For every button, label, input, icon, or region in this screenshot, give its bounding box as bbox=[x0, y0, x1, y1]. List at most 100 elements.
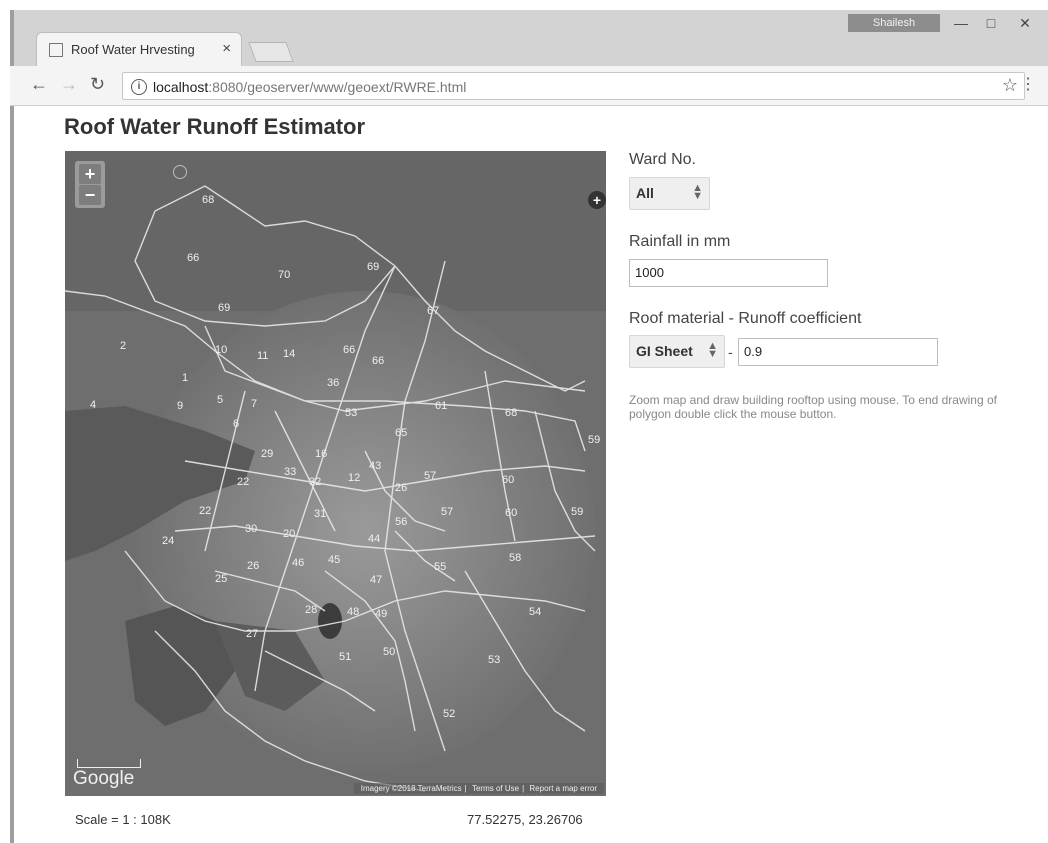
page-title: Roof Water Runoff Estimator bbox=[64, 114, 366, 139]
page-favicon-icon bbox=[49, 43, 63, 57]
ward-number-label: 28 bbox=[305, 604, 317, 616]
google-logo: Google bbox=[73, 768, 135, 789]
ward-number-label: 44 bbox=[368, 533, 380, 545]
ward-number-label: 22 bbox=[237, 476, 249, 488]
ward-number-label: 68 bbox=[202, 194, 214, 206]
zoom-in-button[interactable]: + bbox=[79, 164, 101, 184]
ward-number-label: 16 bbox=[315, 448, 327, 460]
ward-number-label: 67 bbox=[427, 305, 439, 317]
ward-number-label: 43 bbox=[369, 460, 381, 472]
ward-number-label: 45 bbox=[328, 554, 340, 566]
ward-number-label: 14 bbox=[283, 348, 295, 360]
ward-number-label: 68 bbox=[505, 407, 517, 419]
zoom-control: + − bbox=[75, 161, 105, 208]
ward-number-label: 66 bbox=[343, 344, 355, 356]
ward-number-label: 12 bbox=[348, 472, 360, 484]
select-arrows-icon: ▲ ▼ bbox=[692, 182, 703, 202]
terms-of-use-link[interactable]: Terms of Use bbox=[472, 784, 519, 793]
ward-number-label: 61 bbox=[435, 400, 447, 412]
ward-number-label: 54 bbox=[529, 606, 541, 618]
ward-number-label: 9 bbox=[177, 400, 183, 412]
url-text: localhost:8080/geoserver/www/geoext/RWRE… bbox=[153, 79, 467, 95]
ward-number-label: 25 bbox=[215, 573, 227, 585]
ward-number-label: 65 bbox=[395, 427, 407, 439]
map-attribution: Imagery ©2018 TerraMetrics | Terms of Use… bbox=[353, 783, 604, 794]
ward-number-label: 50 bbox=[383, 646, 395, 658]
profile-button[interactable]: Shailesh bbox=[848, 14, 940, 32]
ward-number-label: 57 bbox=[441, 506, 453, 518]
ward-number-label: 57 bbox=[424, 470, 436, 482]
ward-number-label: 29 bbox=[261, 448, 273, 460]
roof-material-label: Roof material - Runoff coefficient bbox=[629, 310, 862, 327]
back-arrow-icon[interactable]: ← bbox=[30, 74, 48, 95]
ward-number-label: 59 bbox=[588, 434, 600, 446]
runoff-coefficient-input[interactable]: 0.9 bbox=[738, 338, 938, 366]
rainfall-input[interactable]: 1000 bbox=[629, 259, 828, 287]
minimize-icon[interactable]: — bbox=[946, 12, 976, 34]
ward-number-label: 7 bbox=[251, 398, 257, 410]
browser-tab[interactable]: Roof Water Hrvesting × bbox=[36, 32, 242, 66]
zoom-out-button[interactable]: − bbox=[79, 185, 101, 205]
close-tab-icon[interactable]: × bbox=[222, 40, 231, 57]
address-bar[interactable]: i localhost:8080/geoserver/www/geoext/RW… bbox=[122, 72, 1025, 100]
browser-toolbar: ← → ↻ i localhost:8080/geoserver/www/geo… bbox=[10, 66, 1048, 106]
ward-number-label: 1 bbox=[182, 372, 188, 384]
ward-number-label: 52 bbox=[443, 708, 455, 720]
ward-number-label: 66 bbox=[187, 252, 199, 264]
ward-number-label: 69 bbox=[367, 261, 379, 273]
ward-number-label: 26 bbox=[247, 560, 259, 572]
location-marker-icon bbox=[173, 165, 187, 179]
ward-number-label: 60 bbox=[505, 507, 517, 519]
satellite-imagery: 68 66 70 69 67 69 2 10 11 14 66 66 36 4 1 9 7 5 6 53 6… bbox=[65, 151, 606, 796]
ward-select[interactable]: All ▲ ▼ bbox=[629, 177, 710, 210]
ward-number-label: 2 bbox=[120, 340, 126, 352]
select-arrows-icon: ▲ ▼ bbox=[707, 340, 718, 360]
ward-number-label: 53 bbox=[488, 654, 500, 666]
ward-number-label: 33 bbox=[284, 466, 296, 478]
map-scale-bar bbox=[77, 759, 141, 768]
window-frame bbox=[10, 10, 14, 843]
separator-dash: - bbox=[728, 344, 733, 360]
ward-number-label: 30 bbox=[245, 523, 257, 535]
ward-number-label: 27 bbox=[246, 628, 258, 640]
imagery-credit: Imagery ©2018 TerraMetrics bbox=[360, 784, 462, 793]
ward-number-label: 70 bbox=[278, 269, 290, 281]
ward-number-label: 5 bbox=[217, 394, 223, 406]
ward-number-label: 58 bbox=[509, 552, 521, 564]
ward-number-label: 24 bbox=[162, 535, 174, 547]
ward-number-label: 11 bbox=[257, 350, 268, 362]
ward-number-label: 47 bbox=[370, 574, 382, 586]
ward-number-label: 4 bbox=[90, 399, 96, 411]
bookmark-star-icon[interactable]: ☆ bbox=[1002, 75, 1018, 96]
tab-title: Roof Water Hrvesting bbox=[71, 42, 195, 57]
ward-number-label: 66 bbox=[372, 355, 384, 367]
new-tab-button[interactable] bbox=[248, 42, 294, 62]
report-map-error-link[interactable]: Report a map error bbox=[529, 784, 597, 793]
ward-number-label: 46 bbox=[292, 557, 304, 569]
site-info-icon[interactable]: i bbox=[131, 79, 147, 95]
ward-label: Ward No. bbox=[629, 151, 696, 168]
ward-number-label: 69 bbox=[218, 302, 230, 314]
map-canvas[interactable]: 68 66 70 69 67 69 2 10 11 14 66 66 36 4 1 9 7 5 6 53 6… bbox=[65, 151, 606, 796]
forward-arrow-icon[interactable]: → bbox=[60, 74, 78, 95]
ward-number-label: 31 bbox=[314, 508, 326, 520]
ward-number-label: 36 bbox=[327, 377, 339, 389]
ward-number-label: 6 bbox=[233, 418, 239, 430]
ward-number-label: 53 bbox=[345, 407, 357, 419]
ward-number-label: 26 bbox=[395, 482, 407, 494]
reload-icon[interactable]: ↻ bbox=[90, 74, 105, 95]
ward-number-label: 10 bbox=[215, 344, 227, 356]
ward-number-label: 56 bbox=[395, 516, 407, 528]
rainfall-label: Rainfall in mm bbox=[629, 233, 731, 250]
close-window-icon[interactable]: ✕ bbox=[1010, 12, 1040, 34]
roof-material-select[interactable]: GI Sheet ▲ ▼ bbox=[629, 335, 725, 368]
ward-number-label: 32 bbox=[309, 476, 321, 488]
ward-number-label: 20 bbox=[283, 528, 295, 540]
ward-number-label: 55 bbox=[434, 561, 446, 573]
ward-number-label: 51 bbox=[339, 651, 351, 663]
ward-number-label: 49 bbox=[375, 608, 387, 620]
browser-menu-icon[interactable]: ⋮ bbox=[1020, 74, 1036, 94]
map-scale-readout: Scale = 1 : 108K bbox=[75, 812, 171, 827]
layer-switcher-plus-icon[interactable]: + bbox=[588, 191, 606, 209]
maximize-icon[interactable]: □ bbox=[976, 12, 1006, 34]
